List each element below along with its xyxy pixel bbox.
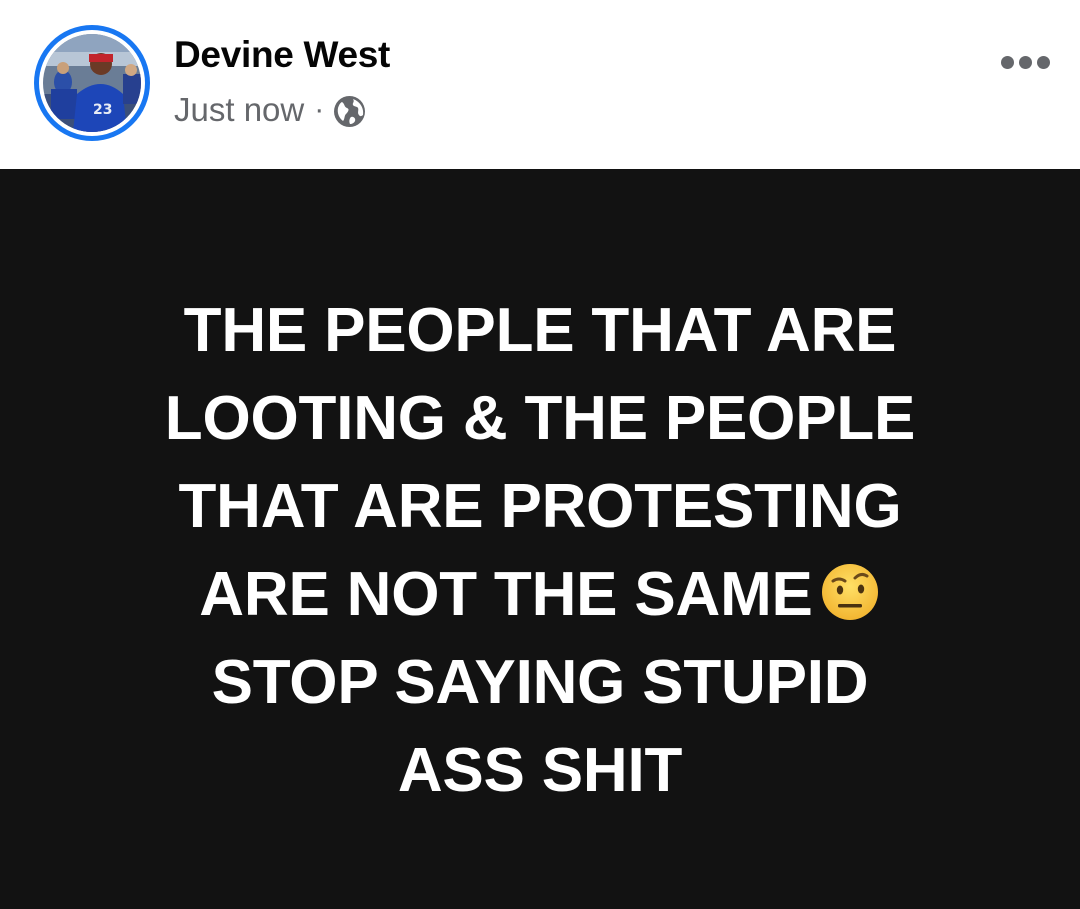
post-text-line: THE PEOPLE THAT ARE: [183, 296, 897, 365]
post-text-line: ASS SHIT: [397, 736, 683, 805]
avatar-photo: 23: [43, 34, 141, 132]
globe-icon[interactable]: [333, 95, 366, 128]
post-timestamp[interactable]: Just now: [174, 91, 304, 129]
svg-text:23: 23: [93, 102, 112, 118]
face-with-raised-eyebrow-emoji-icon: [819, 559, 881, 621]
more-options-button[interactable]: [995, 42, 1055, 82]
meta-separator: ·: [314, 93, 325, 126]
post-text-background: THE PEOPLE THAT ARE LOOTING & THE PEOPLE…: [0, 169, 1080, 909]
post-text-line: ARE NOT THE SAME: [199, 560, 813, 629]
post-text: THE PEOPLE THAT ARE LOOTING & THE PEOPLE…: [40, 287, 1040, 815]
post-text-line: THAT ARE PROTESTING: [178, 472, 902, 541]
post-text-line: STOP SAYING STUPID: [211, 648, 869, 717]
author-avatar[interactable]: 23: [34, 25, 150, 141]
post-text-line-with-emoji: ARE NOT THE SAME: [40, 551, 1040, 639]
post-text-line: LOOTING & THE PEOPLE: [164, 384, 916, 453]
post-header: 23 Devine West Just now ·: [0, 0, 1080, 169]
more-options-icon: [1000, 55, 1050, 69]
author-name[interactable]: Devine West: [174, 34, 390, 76]
post-meta: Just now ·: [174, 89, 366, 131]
facebook-post: 23 Devine West Just now · THE PEOPLE THA…: [0, 0, 1080, 909]
